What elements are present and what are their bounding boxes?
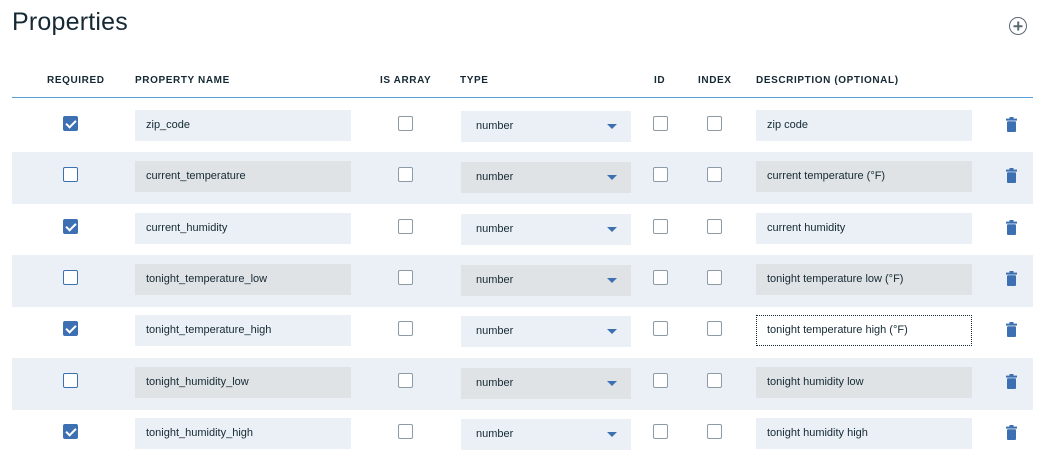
required-checkbox[interactable] (63, 372, 78, 388)
type-select[interactable]: number (461, 367, 631, 399)
type-select[interactable]: number (461, 418, 631, 450)
table-row: current_temperature number current tempera… (12, 152, 1033, 205)
is-array-checkbox[interactable] (398, 321, 413, 337)
chevron-down-icon (607, 329, 617, 335)
chevron-down-icon (607, 124, 617, 129)
chevron-down-icon (607, 226, 617, 232)
column-header-id: ID (654, 75, 666, 86)
property-name-input[interactable]: zip_code (135, 110, 351, 141)
chevron-down-icon (607, 175, 617, 181)
type-select-value: number (476, 171, 514, 184)
column-header-description: DESCRIPTION (OPTIONAL) (756, 75, 899, 86)
trash-icon[interactable] (1006, 322, 1017, 338)
id-checkbox[interactable] (653, 423, 668, 439)
is-array-checkbox[interactable] (398, 372, 413, 388)
index-checkbox[interactable] (707, 423, 722, 439)
type-select[interactable]: number (461, 316, 631, 348)
index-checkbox[interactable] (707, 321, 722, 337)
id-checkbox[interactable] (653, 372, 668, 388)
id-checkbox[interactable] (653, 321, 668, 337)
table-row: tonight_humidity_low number tonight humidi… (12, 357, 1033, 410)
description-input[interactable]: current temperature (°F) (756, 161, 972, 193)
required-checkbox[interactable] (63, 218, 78, 234)
property-name-input[interactable]: tonight_temperature_high (135, 315, 351, 347)
index-checkbox[interactable] (707, 116, 722, 131)
type-select[interactable]: number (461, 162, 631, 194)
property-name-input[interactable]: current_humidity (135, 212, 351, 244)
is-array-checkbox[interactable] (398, 116, 413, 131)
table-row: tonight_temperature_high number tonight te… (12, 306, 1033, 358)
column-header-index: INDEX (698, 75, 732, 86)
required-checkbox[interactable] (63, 423, 78, 439)
trash-icon[interactable] (1006, 373, 1017, 389)
trash-icon[interactable] (1006, 168, 1017, 184)
table-row: tonight_humidity_high number tonight humid… (12, 409, 1033, 461)
required-checkbox[interactable] (63, 321, 78, 337)
index-checkbox[interactable] (707, 372, 722, 388)
property-name-input[interactable]: tonight_temperature_low (135, 263, 351, 295)
description-input[interactable]: zip code (756, 110, 972, 141)
table-row: tonight_temperature_low number tonight tem… (12, 254, 1033, 307)
type-select[interactable]: number (461, 213, 631, 245)
is-array-checkbox[interactable] (398, 269, 413, 285)
property-name-input[interactable]: tonight_humidity_high (135, 417, 351, 449)
column-header-required: REQUIRED (47, 75, 105, 86)
type-select-value: number (476, 273, 514, 286)
required-checkbox[interactable] (63, 167, 78, 183)
column-header-type: TYPE (460, 75, 489, 86)
description-input[interactable]: current humidity (756, 212, 972, 244)
type-select-value: number (476, 376, 514, 389)
type-select[interactable]: number (461, 111, 631, 142)
trash-icon[interactable] (1006, 117, 1017, 132)
column-header-is-array: IS ARRAY (380, 75, 432, 86)
required-checkbox[interactable] (63, 269, 78, 285)
property-name-input[interactable]: current_temperature (135, 161, 351, 193)
type-select[interactable]: number (461, 264, 631, 296)
table-row: current_humidity number current humidity (12, 204, 1033, 256)
chevron-down-icon (607, 431, 617, 437)
column-header-property-name: PROPERTY NAME (135, 75, 230, 86)
type-select-value: number (476, 427, 514, 440)
index-checkbox[interactable] (707, 269, 722, 285)
description-input[interactable]: tonight temperature high (°F) (756, 315, 972, 347)
index-checkbox[interactable] (707, 167, 722, 183)
description-input[interactable]: tonight temperature low (°F) (756, 263, 972, 295)
id-checkbox[interactable] (653, 269, 668, 285)
description-input[interactable]: tonight humidity high (756, 417, 972, 449)
chevron-down-icon (607, 380, 617, 386)
index-checkbox[interactable] (707, 218, 722, 234)
required-checkbox[interactable] (63, 116, 78, 131)
description-input[interactable]: tonight humidity low (756, 366, 972, 398)
trash-icon[interactable] (1006, 219, 1017, 235)
id-checkbox[interactable] (653, 167, 668, 183)
chevron-down-icon (607, 277, 617, 283)
is-array-checkbox[interactable] (398, 218, 413, 234)
id-checkbox[interactable] (653, 116, 668, 131)
id-checkbox[interactable] (653, 218, 668, 234)
type-select-value: number (476, 120, 514, 132)
type-select-value: number (476, 222, 514, 235)
add-property-icon[interactable] (1009, 17, 1027, 35)
table-row: zip_code number zip code (12, 101, 1033, 153)
is-array-checkbox[interactable] (398, 423, 413, 439)
page-title: Properties (12, 8, 128, 36)
is-array-checkbox[interactable] (398, 167, 413, 183)
header-divider (12, 97, 1033, 98)
property-name-input[interactable]: tonight_humidity_low (135, 366, 351, 398)
trash-icon[interactable] (1006, 270, 1017, 286)
trash-icon[interactable] (1006, 424, 1017, 440)
type-select-value: number (476, 325, 514, 338)
